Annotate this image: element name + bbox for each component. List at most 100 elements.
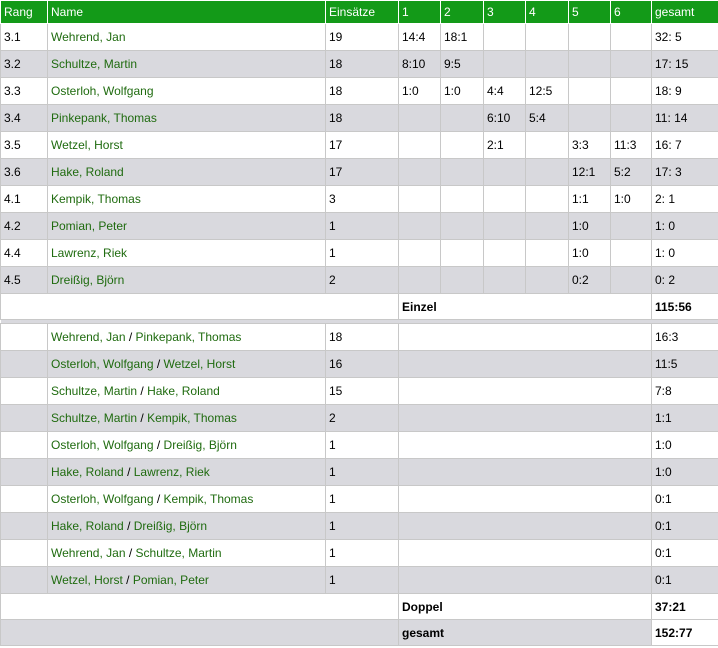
player-link[interactable]: Pomian, Peter	[51, 219, 127, 233]
score-cell-s1	[398, 158, 441, 186]
einzel-score: 115:56	[651, 293, 718, 320]
pair-separator: /	[140, 411, 144, 425]
player-link[interactable]: Dreißig, Björn	[51, 273, 124, 287]
player-link[interactable]: Wehrend, Jan	[51, 30, 126, 44]
player-link[interactable]: Wehrend, Jan	[51, 546, 126, 560]
score-cell-s6	[610, 50, 652, 78]
col-header-einsaetze: Einsätze	[325, 0, 399, 24]
doppel-label: Doppel	[398, 593, 652, 620]
player-link[interactable]: Schultze, Martin	[51, 384, 137, 398]
einsaetze-cell: 19	[325, 23, 399, 51]
score-cell-s1	[398, 212, 441, 240]
gesamt-cell: 0:1	[651, 512, 718, 540]
player-link[interactable]: Kempik, Thomas	[164, 492, 254, 506]
rang-cell	[0, 485, 48, 513]
singles-row: 3.5 Wetzel, Horst 17 2:1 3:3 11:3 16: 7	[0, 131, 718, 159]
score-cell-s3	[483, 158, 526, 186]
score-cell-s5	[568, 104, 611, 132]
col-header-name: Name	[47, 0, 326, 24]
score-cell-s5: 1:0	[568, 239, 611, 267]
score-cell-s6	[610, 212, 652, 240]
einsaetze-cell: 18	[325, 323, 399, 351]
player-link[interactable]: Osterloh, Wolfgang	[51, 438, 154, 452]
player-link[interactable]: Schultze, Martin	[51, 57, 137, 71]
doubles-row: Wetzel, Horst / Pomian, Peter 1 0:1	[0, 566, 718, 594]
name-cell: Schultze, Martin	[47, 50, 326, 78]
name-cell: Dreißig, Björn	[47, 266, 326, 294]
score-cell-s6	[610, 104, 652, 132]
einsaetze-cell: 18	[325, 50, 399, 78]
player-link[interactable]: Osterloh, Wolfgang	[51, 357, 154, 371]
statistics-table: Rang Name Einsätze 1 2 3 4 5 6 gesamt 3.…	[0, 0, 718, 646]
gesamt-cell: 11: 14	[651, 104, 718, 132]
score-cell-s3	[483, 23, 526, 51]
player-link[interactable]: Wehrend, Jan	[51, 330, 126, 344]
rang-cell	[0, 323, 48, 351]
player-link[interactable]: Osterloh, Wolfgang	[51, 492, 154, 506]
player-link[interactable]: Pomian, Peter	[133, 573, 209, 587]
score-cell-s5: 1:1	[568, 185, 611, 213]
player-link[interactable]: Schultze, Martin	[136, 546, 222, 560]
einsaetze-cell: 1	[325, 512, 399, 540]
summary-empty	[0, 619, 399, 646]
singles-row: 3.4 Pinkepank, Thomas 18 6:10 5:4 11: 14	[0, 104, 718, 132]
pair-separator: /	[128, 330, 133, 344]
player-link[interactable]: Pinkepank, Thomas	[136, 330, 242, 344]
einsaetze-cell: 3	[325, 185, 399, 213]
table-body: 3.1 Wehrend, Jan 19 14:4 18:1 32: 5 3.2 Schultz…	[0, 23, 718, 646]
gesamt-cell: 0: 2	[651, 266, 718, 294]
empty-sets-cell	[398, 404, 652, 432]
score-cell-s5: 1:0	[568, 212, 611, 240]
player-link[interactable]: Hake, Roland	[51, 465, 124, 479]
name-cell: Wetzel, Horst	[47, 131, 326, 159]
einsaetze-cell: 1	[325, 539, 399, 567]
einsaetze-cell: 17	[325, 131, 399, 159]
doubles-row: Schultze, Martin / Kempik, Thomas 2 1:1	[0, 404, 718, 432]
singles-row: 4.1 Kempik, Thomas 3 1:1 1:0 2: 1	[0, 185, 718, 213]
player-link[interactable]: Dreißig, Björn	[164, 438, 237, 452]
pair-name-cell: Osterloh, Wolfgang / Kempik, Thomas	[47, 485, 326, 513]
player-link[interactable]: Hake, Roland	[51, 165, 124, 179]
player-link[interactable]: Osterloh, Wolfgang	[51, 84, 154, 98]
player-link[interactable]: Kempik, Thomas	[51, 192, 141, 206]
player-link[interactable]: Kempik, Thomas	[147, 411, 237, 425]
player-link[interactable]: Wetzel, Horst	[51, 138, 123, 152]
player-link[interactable]: Dreißig, Björn	[134, 519, 207, 533]
player-link[interactable]: Pinkepank, Thomas	[51, 111, 157, 125]
singles-row: 3.3 Osterloh, Wolfgang 18 1:0 1:0 4:4 12:5 18: …	[0, 77, 718, 105]
score-cell-s6	[610, 239, 652, 267]
player-link[interactable]: Wetzel, Horst	[164, 357, 236, 371]
singles-row: 3.1 Wehrend, Jan 19 14:4 18:1 32: 5	[0, 23, 718, 51]
rang-cell: 3.5	[0, 131, 48, 159]
score-cell-s3	[483, 266, 526, 294]
score-cell-s4	[525, 23, 569, 51]
einzel-label: Einzel	[398, 293, 652, 320]
score-cell-s3	[483, 239, 526, 267]
player-link[interactable]: Hake, Roland	[51, 519, 124, 533]
score-cell-s6	[610, 77, 652, 105]
score-cell-s4: 12:5	[525, 77, 569, 105]
player-link[interactable]: Lawrenz, Riek	[51, 246, 127, 260]
gesamt-cell: 0:1	[651, 485, 718, 513]
score-cell-s6: 1:0	[610, 185, 652, 213]
gesamt-cell: 18: 9	[651, 77, 718, 105]
score-cell-s2	[440, 239, 484, 267]
name-cell: Pinkepank, Thomas	[47, 104, 326, 132]
doubles-row: Osterloh, Wolfgang / Wetzel, Horst 16 11:5	[0, 350, 718, 378]
singles-row: 4.4 Lawrenz, Riek 1 1:0 1: 0	[0, 239, 718, 267]
score-cell-s1: 8:10	[398, 50, 441, 78]
score-cell-s4	[525, 185, 569, 213]
doubles-row: Schultze, Martin / Hake, Roland 15 7:8	[0, 377, 718, 405]
score-cell-s6	[610, 23, 652, 51]
player-link[interactable]: Hake, Roland	[147, 384, 220, 398]
player-link[interactable]: Lawrenz, Riek	[134, 465, 210, 479]
empty-sets-cell	[398, 431, 652, 459]
player-link[interactable]: Schultze, Martin	[51, 411, 137, 425]
gesamt-cell: 7:8	[651, 377, 718, 405]
player-link[interactable]: Wetzel, Horst	[51, 573, 123, 587]
total-score: 152:77	[651, 619, 718, 646]
gesamt-cell: 11:5	[651, 350, 718, 378]
doppel-summary-row: Doppel 37:21	[0, 593, 718, 620]
rang-cell: 3.6	[0, 158, 48, 186]
score-cell-s1	[398, 239, 441, 267]
